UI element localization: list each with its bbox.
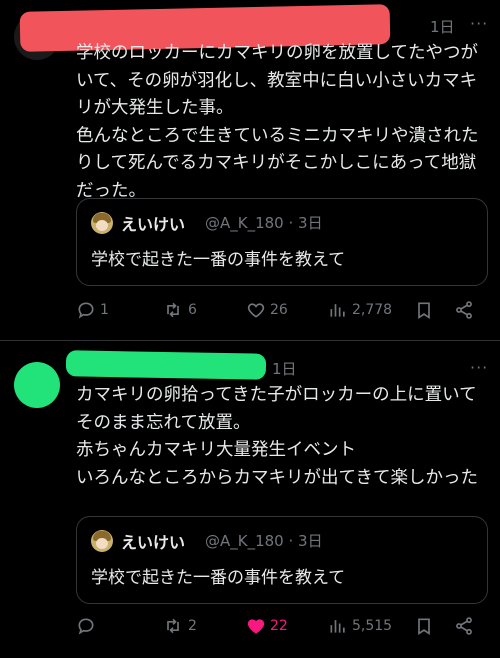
like-count: 26 [270,302,288,318]
reply-button[interactable]: 1 [76,298,109,322]
quoted-author-name: えいけい [121,533,186,552]
bookmark-icon [418,302,430,320]
post-2[interactable]: 1日 ··· カマキリの卵拾ってきた子がロッカーの上に置いてそのまま忘れて放置。… [0,348,500,658]
like-count: 22 [270,618,288,634]
more-icon[interactable]: ··· [470,358,488,377]
like-button[interactable]: 26 [246,298,288,322]
share-button[interactable] [454,614,474,638]
quoted-text: 学校で起きた一番の事件を教えて [91,250,346,270]
share-icon [456,617,472,635]
post-text: カマキリの卵拾ってきた子がロッカーの上に置いてそのまま忘れて放置。 赤ちゃんカマ… [76,385,478,488]
views-icon [330,304,345,317]
redacted-username [65,350,267,380]
quoted-author-name: えいけい [121,215,186,234]
reply-button[interactable] [76,614,100,638]
repost-count: 2 [188,618,197,634]
view-count: 2,778 [352,302,393,318]
bookmark-icon [418,618,430,636]
repost-count: 6 [188,302,197,318]
more-icon[interactable]: ··· [470,14,488,33]
post-text: 学校のロッカーにカマキリの卵を放置してたやつがいて、その卵が羽化し、教室中に白い… [76,43,479,201]
repost-button[interactable]: 2 [162,614,197,638]
quoted-post[interactable]: えいけい @A_K_180 · 3日 学校で起きた一番の事件を教えて [76,516,488,604]
quoted-post[interactable]: えいけい @A_K_180 · 3日 学校で起きた一番の事件を教えて [76,198,488,286]
avatar [91,212,113,234]
post-time: 1日 [430,18,455,36]
views-icon [330,620,345,633]
views-button[interactable]: 2,778 [328,298,392,322]
post-time: 1日 [272,360,297,378]
quoted-author-handle: @A_K_180 · 3日 [205,214,323,232]
share-icon [456,301,472,319]
bookmark-button[interactable] [414,298,434,322]
reply-icon [78,618,94,635]
avatar[interactable] [14,362,60,408]
reply-icon [78,302,94,319]
action-bar: 1 6 26 2,778 [76,298,496,322]
avatar [91,530,113,552]
action-bar: 2 22 5,515 [76,614,496,638]
reply-count: 1 [100,302,109,318]
bookmark-button[interactable] [414,614,434,638]
post-1[interactable]: 1日 ··· 学校のロッカーにカマキリの卵を放置してたやつがいて、その卵が羽化し… [0,0,500,340]
like-button[interactable]: 22 [246,614,288,638]
repost-button[interactable]: 6 [162,298,197,322]
heart-icon [247,303,265,318]
share-button[interactable] [454,298,474,322]
view-count: 5,515 [352,618,393,634]
views-button[interactable]: 5,515 [328,614,392,638]
heart-icon [247,619,265,634]
repost-icon [167,618,179,634]
quoted-author-handle: @A_K_180 · 3日 [205,532,323,550]
quoted-text: 学校で起きた一番の事件を教えて [91,568,346,588]
repost-icon [167,302,179,318]
